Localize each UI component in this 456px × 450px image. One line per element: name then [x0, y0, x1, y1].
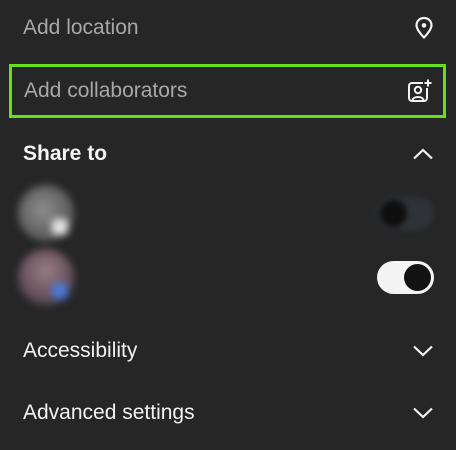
share-account-row — [0, 182, 456, 244]
add-location-row[interactable]: Add location — [0, 0, 456, 56]
avatar — [18, 185, 74, 241]
add-person-icon — [407, 78, 433, 104]
advanced-settings-label: Advanced settings — [23, 401, 195, 424]
platform-badge-icon — [52, 219, 68, 235]
chevron-down-icon — [412, 344, 434, 358]
share-toggle[interactable] — [377, 196, 434, 230]
chevron-up-icon[interactable] — [412, 147, 434, 161]
avatar — [18, 249, 74, 305]
location-pin-icon — [414, 16, 434, 40]
share-to-title: Share to — [23, 142, 108, 165]
add-location-label: Add location — [23, 16, 139, 39]
add-collaborators-label: Add collaborators — [24, 79, 188, 102]
toggle-knob — [380, 199, 407, 227]
share-to-header[interactable]: Share to — [0, 126, 456, 182]
toggle-knob — [404, 263, 431, 291]
platform-badge-icon — [52, 283, 68, 299]
share-account-row — [0, 246, 456, 308]
accessibility-label: Accessibility — [23, 339, 138, 362]
chevron-down-icon — [412, 406, 434, 420]
advanced-settings-row[interactable]: Advanced settings — [0, 382, 456, 444]
add-collaborators-row[interactable]: Add collaborators — [9, 64, 446, 118]
share-toggle[interactable] — [377, 260, 434, 294]
accessibility-row[interactable]: Accessibility — [0, 320, 456, 382]
